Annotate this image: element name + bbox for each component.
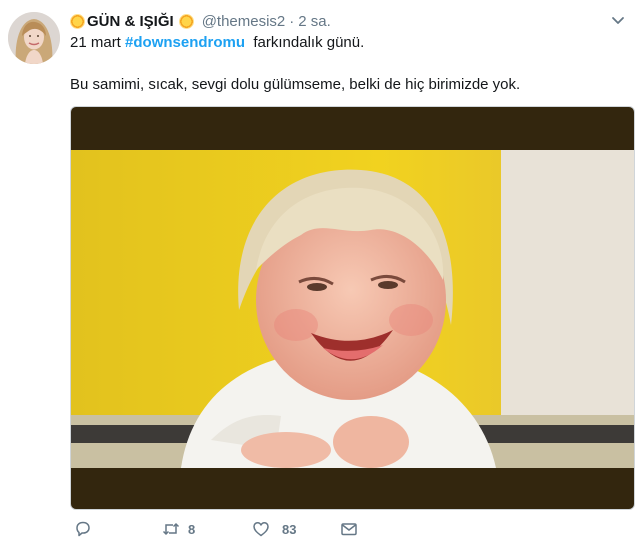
reply-icon bbox=[76, 521, 90, 537]
photo-image bbox=[71, 150, 634, 468]
text-prefix: 21 mart bbox=[70, 34, 126, 51]
retweet-icon bbox=[162, 522, 180, 536]
separator-dot: · bbox=[289, 12, 295, 30]
chevron-down-icon[interactable] bbox=[610, 12, 626, 28]
user-handle[interactable]: @themesis2 bbox=[202, 13, 286, 30]
heart-icon bbox=[253, 522, 269, 537]
tweet-actions: 8 83 bbox=[70, 520, 470, 544]
sun-icon bbox=[70, 13, 85, 29]
display-name[interactable]: GÜN & IŞIĞI bbox=[87, 13, 174, 30]
timestamp[interactable]: 2 sa. bbox=[298, 13, 331, 30]
avatar-image bbox=[8, 12, 60, 64]
retweet-count: 8 bbox=[188, 521, 196, 537]
retweet-button[interactable]: 8 bbox=[162, 520, 195, 538]
sun-icon bbox=[178, 13, 194, 29]
hashtag-link[interactable]: #downsendromu bbox=[125, 34, 245, 51]
envelope-icon bbox=[341, 523, 357, 536]
tweet-text-body: Bu samimi, sıcak, sevgi dolu gülümseme, … bbox=[70, 76, 521, 93]
tweet-card[interactable]: GÜN & IŞIĞI @themesis2 · 2 sa. 21 mart #… bbox=[0, 0, 640, 550]
tweet-header: GÜN & IŞIĞI @themesis2 · 2 sa. bbox=[70, 10, 600, 32]
reply-button[interactable] bbox=[74, 520, 92, 538]
text-suffix: farkındalık günü. bbox=[245, 34, 365, 51]
direct-message-button[interactable] bbox=[340, 520, 358, 538]
tweet-photo[interactable] bbox=[70, 106, 635, 510]
like-button[interactable]: 83 bbox=[252, 520, 296, 538]
avatar[interactable] bbox=[8, 12, 60, 64]
like-count: 83 bbox=[282, 521, 297, 537]
tweet-text-line1: 21 mart #downsendromu farkındalık günü. bbox=[70, 34, 364, 51]
